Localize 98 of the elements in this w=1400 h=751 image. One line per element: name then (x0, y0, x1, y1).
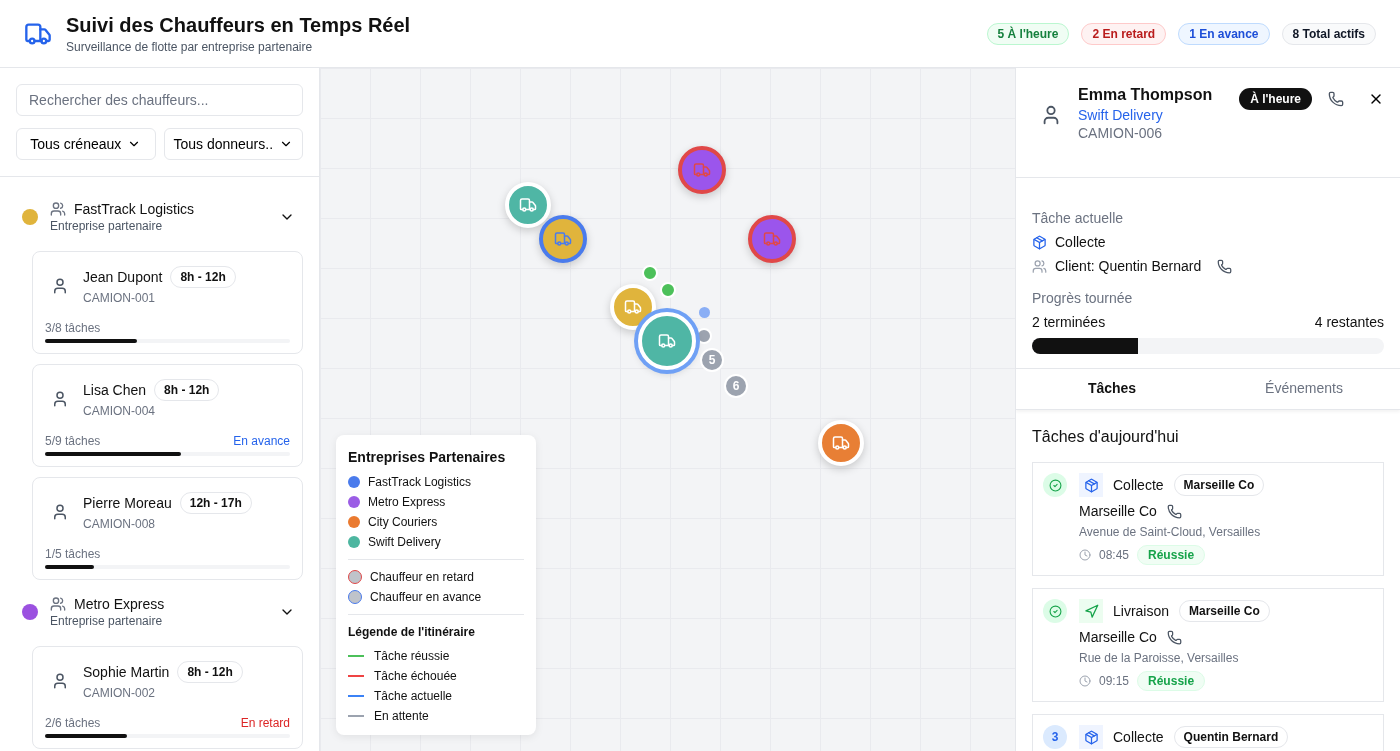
driver-marker[interactable] (748, 215, 796, 263)
route-stop-marker[interactable] (642, 265, 658, 281)
partner-name: Metro Express (74, 596, 165, 612)
driver-card[interactable]: Lisa Chen 8h - 12h CAMION-004 5/9 tâches En avance (32, 364, 303, 467)
tab[interactable]: Événements (1208, 369, 1400, 409)
phone-button[interactable] (1166, 629, 1182, 645)
task-card[interactable]: 3 Collecte Quentin Bernard (1032, 714, 1384, 751)
task-type: Livraison (1113, 603, 1170, 619)
legend-label: Tâche réussie (374, 649, 450, 663)
truck-id: CAMION-004 (83, 404, 157, 418)
completed-count: 2 terminées (1032, 314, 1106, 330)
result-badge: Réussie (1137, 671, 1206, 691)
partner-subtitle: Entreprise partenaire (50, 219, 164, 233)
status-count-badge: 5 À l'heure (986, 22, 1070, 45)
driver-card[interactable]: Sophie Martin 8h - 12h CAMION-002 2/6 tâches En retard (32, 646, 303, 749)
step-number: 3 (1043, 725, 1067, 749)
partner-name: FastTrack Logistics (74, 201, 195, 217)
legend-label: FastTrack Logistics (368, 475, 471, 489)
person-icon (51, 671, 69, 690)
driver-name: Jean Dupont (83, 269, 163, 285)
company-link[interactable]: Swift Delivery (1078, 107, 1224, 123)
truck-id: CAMION-002 (83, 686, 157, 700)
section-title: Tâches d'aujourd'hui (1032, 428, 1180, 446)
driver-status: En retard (240, 716, 290, 730)
clock-icon (1079, 675, 1091, 687)
person-icon (51, 389, 69, 408)
section-label: Progrès tournée (1032, 290, 1134, 306)
driver-name: Lisa Chen (83, 382, 147, 398)
task-count: 1/5 tâches (45, 547, 101, 561)
legend-subtitle: Légende de l'itinéraire (348, 625, 476, 639)
filter-dropdown[interactable]: Tous créneaux (16, 128, 156, 160)
legend-label: Chauffeur en retard (370, 570, 474, 584)
tab[interactable]: Tâches (1016, 369, 1208, 409)
users-icon (1032, 258, 1047, 274)
legend-label: Tâche actuelle (374, 689, 453, 703)
legend-label: Metro Express (368, 495, 446, 509)
truck-icon (763, 230, 781, 248)
person-icon (51, 276, 69, 295)
route-stop-marker[interactable] (660, 282, 676, 298)
legend-label: City Couriers (368, 515, 438, 529)
driver-marker[interactable] (678, 146, 726, 194)
page-subtitle: Surveillance de flotte par entreprise partenaire (66, 39, 314, 54)
task-address: Rue de la Paroisse, Versailles (1079, 651, 1240, 665)
truck-id: CAMION-008 (83, 517, 157, 531)
task-type: Collecte (1113, 477, 1164, 493)
task-address: Avenue de Saint-Cloud, Versailles (1079, 525, 1262, 539)
task-card[interactable]: Livraison Marseille Co Marseille Co Rue de la Paroisse, Versailles 09:15 Réussie (1032, 588, 1384, 702)
search-field[interactable]: Rechercher des chauffeurs... (16, 84, 303, 116)
truck-id: CAMION-006 (1078, 125, 1164, 141)
driver-name: Pierre Moreau (83, 495, 172, 511)
task-type: Collecte (1113, 729, 1164, 745)
task-type: Collecte (1055, 234, 1106, 250)
status-count-badge: 8 Total actifs (1281, 22, 1376, 45)
route-stop-marker[interactable] (698, 306, 710, 318)
users-icon (50, 201, 66, 217)
status-badge: À l'heure (1239, 88, 1312, 110)
section-label: Tâche actuelle (1032, 210, 1125, 226)
task-card[interactable]: Collecte Marseille Co Marseille Co Avenue de Saint-Cloud, Versailles 08:45 Réussie (1032, 462, 1384, 576)
client-name: Marseille Co (1079, 629, 1157, 645)
remaining-count: 4 restantes (1314, 314, 1384, 330)
driver-card[interactable]: Jean Dupont 8h - 12h CAMION-001 3/8 tâches (32, 251, 303, 354)
clock-icon (1079, 549, 1091, 561)
users-icon (50, 596, 66, 612)
page-title: Suivi des Chauffeurs en Temps Réel (66, 13, 411, 37)
truck-icon (624, 298, 642, 316)
truck-icon (832, 434, 850, 452)
phone-button[interactable] (1166, 503, 1182, 519)
driver-card[interactable]: Pierre Moreau 12h - 17h CAMION-008 1/5 tâches (32, 477, 303, 580)
result-badge: Réussie (1137, 545, 1206, 565)
truck-icon (693, 161, 711, 179)
client-name: Marseille Co (1079, 503, 1157, 519)
legend-label: Swift Delivery (368, 535, 441, 549)
person-icon (51, 502, 69, 521)
phone-button[interactable] (1328, 91, 1344, 107)
status-count-badge: 1 En avance (1178, 22, 1270, 45)
client-name: Client: Quentin Bernard (1055, 258, 1202, 274)
task-time: 08:45 (1099, 548, 1130, 562)
task-time: 09:15 (1099, 674, 1130, 688)
task-count: 2/6 tâches (45, 716, 101, 730)
truck-icon (658, 332, 676, 350)
driver-marker[interactable] (539, 215, 587, 263)
partner-subtitle: Entreprise partenaire (50, 614, 164, 628)
driver-name: Sophie Martin (83, 664, 170, 680)
legend-label: Tâche échouée (374, 669, 457, 683)
truck-icon (519, 196, 537, 214)
legend-label: En attente (374, 709, 429, 723)
package-icon (1032, 234, 1047, 250)
legend-title: Entreprises Partenaires (348, 449, 507, 465)
legend-label: Chauffeur en avance (370, 590, 482, 604)
truck-id: CAMION-001 (83, 291, 157, 305)
status-count-badge: 2 En retard (1081, 22, 1167, 45)
task-count: 3/8 tâches (45, 321, 101, 335)
filter-dropdown[interactable]: Tous donneurs.. (163, 128, 303, 160)
phone-button[interactable] (1217, 258, 1233, 274)
truck-icon (554, 230, 572, 248)
driver-status: En avance (233, 434, 290, 448)
task-count: 5/9 tâches (45, 434, 101, 448)
driver-name: Emma Thompson (1078, 86, 1214, 104)
